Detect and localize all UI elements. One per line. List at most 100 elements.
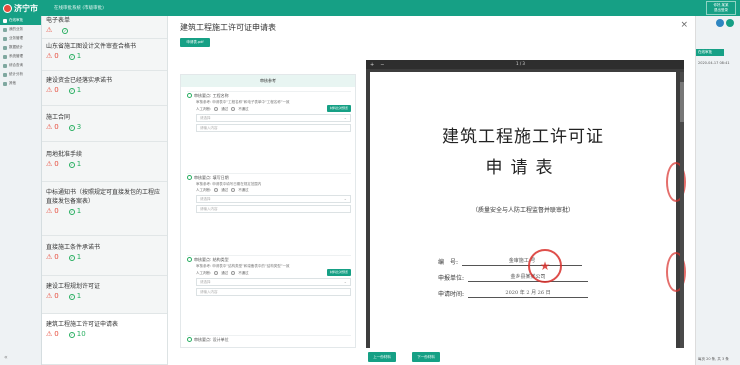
doc-card[interactable]: 建设资金已经落实承诺书 ⚠ 0 ✓ 1 [42, 71, 167, 106]
check-icon: ✓ [68, 293, 75, 300]
warning-count: 0 [54, 330, 59, 338]
compare-preview-button[interactable]: 材料比对预览 [326, 105, 351, 112]
collapse-nav-button[interactable]: « [4, 354, 8, 361]
check-icon: ✓ [68, 161, 75, 168]
warning-icon: ⚠ [46, 160, 53, 168]
briefcase-icon [3, 36, 7, 41]
doc-card[interactable]: 施工合同 ⚠ 0 ✓ 3 [42, 106, 167, 142]
pdf-viewer[interactable]: + − 1 / 3 建筑工程施工许可证 申请表 （质量安全与人防工程监督并联审批… [366, 60, 686, 348]
section-title: 审核要点: 填写日期 [194, 175, 229, 180]
warning-count: 0 [54, 123, 59, 131]
warning-count: 0 [54, 207, 59, 215]
nav-item-system[interactable]: 系统管理 [0, 52, 41, 61]
check-icon: ✓ [68, 254, 75, 261]
prev-document-button[interactable]: 上一份材料 [368, 352, 396, 362]
file-tab-button[interactable]: 申请表.pdf [180, 38, 210, 47]
select-placeholder: 请选择 [200, 116, 211, 120]
fail-label: 不通过 [238, 106, 249, 111]
chart-icon [3, 45, 7, 50]
fail-label: 不通过 [238, 188, 249, 192]
nav-item-statistics[interactable]: 数据统计 [0, 43, 41, 52]
document-review-modal: 电子表单 ⚠ ✓ 山东省施工图设计文件审查合格书 ⚠ 0 ✓ 1 建设资金已经落实承诺书… [42, 16, 696, 365]
pass-radio[interactable] [214, 106, 219, 111]
ok-count: 1 [76, 207, 82, 215]
doc-row-applicant: 申报单位: 金乡县某某公司 [438, 273, 589, 282]
doc-card[interactable]: 用地批准手续 ⚠ 0 ✓ 1 [42, 142, 167, 182]
doc-card[interactable]: 山东省施工图设计文件审查合格书 ⚠ 0 ✓ 1 [42, 39, 167, 71]
doc-card[interactable]: 直接施工条件承诺书 ⚠ 0 ✓ 1 [42, 236, 167, 276]
user-menu[interactable]: 你好,某某 退出登录 [706, 1, 736, 15]
pass-radio[interactable] [214, 270, 219, 275]
logout-link[interactable]: 退出登录 [707, 8, 735, 13]
close-icon[interactable]: × [680, 20, 688, 30]
doc-card-selected[interactable]: 建筑工程施工许可证申请表 ⚠ 0 ✓ 10 [42, 314, 167, 365]
app-logo[interactable]: 济宁市 [3, 3, 38, 14]
check-icon [187, 175, 192, 180]
home-icon [3, 18, 7, 23]
fail-radio[interactable] [231, 270, 236, 275]
input-placeholder: 请输入内容 [200, 126, 218, 130]
warning-count: 0 [54, 292, 59, 300]
nav-label: 综合查询 [9, 63, 23, 67]
doc-title: 建筑工程施工许可证申请表 [46, 321, 119, 328]
ok-count: 1 [76, 52, 82, 60]
review-section: 审核要点: 设计单位 [187, 335, 351, 343]
result-select[interactable]: 请选择 ⌄ [196, 278, 351, 286]
warning-icon: ⚠ [46, 26, 53, 34]
pass-radio[interactable] [214, 188, 219, 192]
doc-title: 中标通知书（按照规定可直接发包的工程应直接发包备案表） [46, 189, 161, 205]
row-label: 编 号: [438, 259, 459, 266]
nav-label: 统计分析 [9, 72, 23, 76]
zoom-out-icon[interactable]: − [380, 62, 384, 68]
settings-icon[interactable] [726, 19, 734, 27]
scrollbar-thumb[interactable] [680, 82, 684, 122]
pdf-scrollbar[interactable] [680, 72, 684, 348]
pass-label: 通过 [221, 106, 229, 111]
doc-title: 施工合同 [46, 114, 71, 121]
nav-item-analysis[interactable]: 统计分析 [0, 70, 41, 79]
result-select[interactable]: 请选择 ⌄ [196, 195, 351, 203]
nav-item-query[interactable]: 综合查询 [0, 61, 41, 70]
doc-row-date: 申请时间: 2020 年 2 月 26 日 [438, 289, 589, 298]
search-icon [3, 63, 7, 68]
doc-title: 建设工程规划许可证 [46, 283, 101, 290]
nav-item-online-approval[interactable]: 在线审批 [0, 16, 41, 25]
fail-radio[interactable] [231, 106, 236, 111]
top-bar: 济宁市 在线审批系统 (市级审批) 你好,某某 退出登录 [0, 0, 740, 16]
warning-icon: ⚠ [46, 207, 53, 215]
folder-icon [3, 27, 7, 32]
warning-icon: ⚠ [46, 292, 53, 300]
check-icon: ✓ [68, 53, 75, 60]
row-label: 申报单位: [438, 275, 465, 282]
nav-item-business-mgmt[interactable]: 业务管理 [0, 34, 41, 43]
comment-input[interactable]: 请输入内容 [196, 288, 351, 296]
comment-input[interactable]: 请输入内容 [196, 124, 351, 132]
compare-preview-button[interactable]: 材料比对预览 [326, 269, 351, 276]
doc-card[interactable]: 电子表单 ⚠ ✓ [42, 16, 167, 39]
fail-radio[interactable] [231, 188, 236, 192]
strip-timestamp: 2020-04-17 08:41 [698, 61, 730, 65]
next-document-button[interactable]: 下一份材料 [412, 352, 440, 362]
nav-item-my-business[interactable]: 我的业务 [0, 25, 41, 34]
ok-count: 1 [76, 160, 82, 168]
side-navigation: 在线审批 我的业务 业务管理 数据统计 系统管理 综合查询 统计分析 其他 « [0, 16, 42, 365]
doc-card[interactable]: 中标通知书（按照规定可直接发包的工程应直接发包备案表） ⚠ 0 ✓ 1 [42, 182, 167, 236]
zoom-in-icon[interactable]: + [370, 62, 374, 68]
doc-subtitle: （质量安全与人防工程监督并联审批） [471, 207, 574, 214]
warning-count: 0 [54, 86, 59, 94]
warning-icon: ⚠ [46, 330, 53, 338]
logo-icon [3, 3, 12, 13]
doc-title: 直接施工条件承诺书 [46, 244, 101, 251]
check-icon: ✓ [68, 331, 75, 338]
ok-count: 1 [76, 86, 82, 94]
doc-card[interactable]: 建设工程规划许可证 ⚠ 0 ✓ 1 [42, 276, 167, 314]
pass-label: 通过 [221, 188, 229, 192]
result-select[interactable]: 请选择 ⌄ [196, 114, 351, 122]
warning-icon: ⚠ [46, 253, 53, 261]
check-icon: ✓ [68, 124, 75, 131]
ok-count: 1 [76, 292, 82, 300]
nav-item-other[interactable]: 其他 [0, 79, 41, 88]
comment-input[interactable]: 请输入内容 [196, 205, 351, 213]
refresh-icon[interactable] [716, 19, 724, 27]
nav-label: 业务管理 [9, 36, 23, 40]
